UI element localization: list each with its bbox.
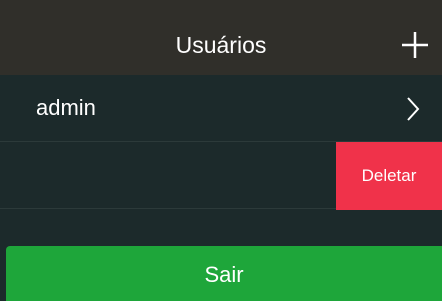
delete-button[interactable]: Deletar: [336, 142, 442, 210]
user-row-admin[interactable]: admin: [0, 75, 442, 142]
page-title: Usuários: [175, 32, 267, 58]
logout-button[interactable]: Sair: [6, 246, 442, 301]
chevron-right-icon: [407, 97, 420, 121]
list-empty-area: [0, 210, 442, 246]
header-bar: Usuários: [0, 0, 442, 75]
plus-icon: [402, 32, 428, 58]
user-row-label: admin: [36, 95, 96, 120]
users-screen: Usuários admin Deletar Sair: [0, 0, 442, 301]
add-user-button[interactable]: [400, 30, 430, 60]
